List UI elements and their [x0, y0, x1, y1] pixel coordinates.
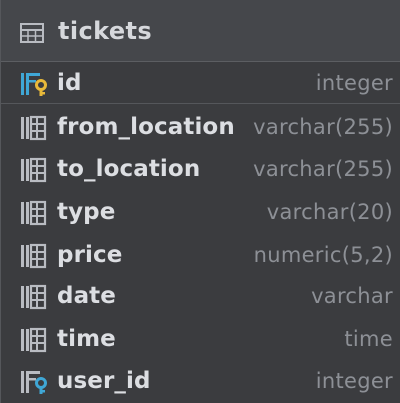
column-name: time — [57, 326, 116, 352]
column-name: price — [57, 242, 123, 268]
column-name: from_location — [57, 114, 235, 140]
column-type: varchar(255) — [253, 115, 393, 139]
column-icon — [21, 115, 47, 141]
column-icon — [21, 157, 47, 183]
column-type: varchar(20) — [266, 200, 393, 224]
column-name: date — [57, 283, 116, 309]
table-card[interactable]: tickets id integer from_location varchar… — [0, 0, 400, 403]
foreign-key-column-icon — [21, 371, 47, 394]
column-row-user-id[interactable]: user_id integer — [1, 362, 400, 402]
column-type: numeric(5,2) — [253, 243, 393, 267]
column-row-to-location[interactable]: to_location varchar(255) — [1, 150, 400, 190]
column-icon — [21, 200, 47, 226]
column-type: time — [344, 327, 393, 351]
column-icon — [21, 243, 47, 269]
column-icon — [21, 284, 47, 310]
column-name: to_location — [57, 156, 201, 182]
column-row-price[interactable]: price numeric(5,2) — [1, 236, 400, 276]
column-name: id — [57, 70, 82, 96]
primary-key-column-icon — [21, 73, 47, 96]
column-type: varchar(255) — [253, 157, 393, 181]
column-row-time[interactable]: time time — [1, 320, 400, 360]
table-icon — [20, 23, 44, 43]
column-name: user_id — [57, 368, 151, 394]
table-header[interactable]: tickets — [1, 0, 400, 62]
column-row-date[interactable]: date varchar — [1, 277, 400, 317]
column-type: integer — [315, 369, 393, 393]
column-icon — [21, 327, 47, 353]
table-title: tickets — [58, 17, 153, 45]
column-row-from-location[interactable]: from_location varchar(255) — [1, 108, 400, 148]
column-row-type[interactable]: type varchar(20) — [1, 193, 400, 233]
column-type: integer — [315, 71, 393, 95]
column-row-id[interactable]: id integer — [1, 64, 400, 104]
column-type: varchar — [311, 284, 393, 308]
column-name: type — [57, 199, 116, 225]
